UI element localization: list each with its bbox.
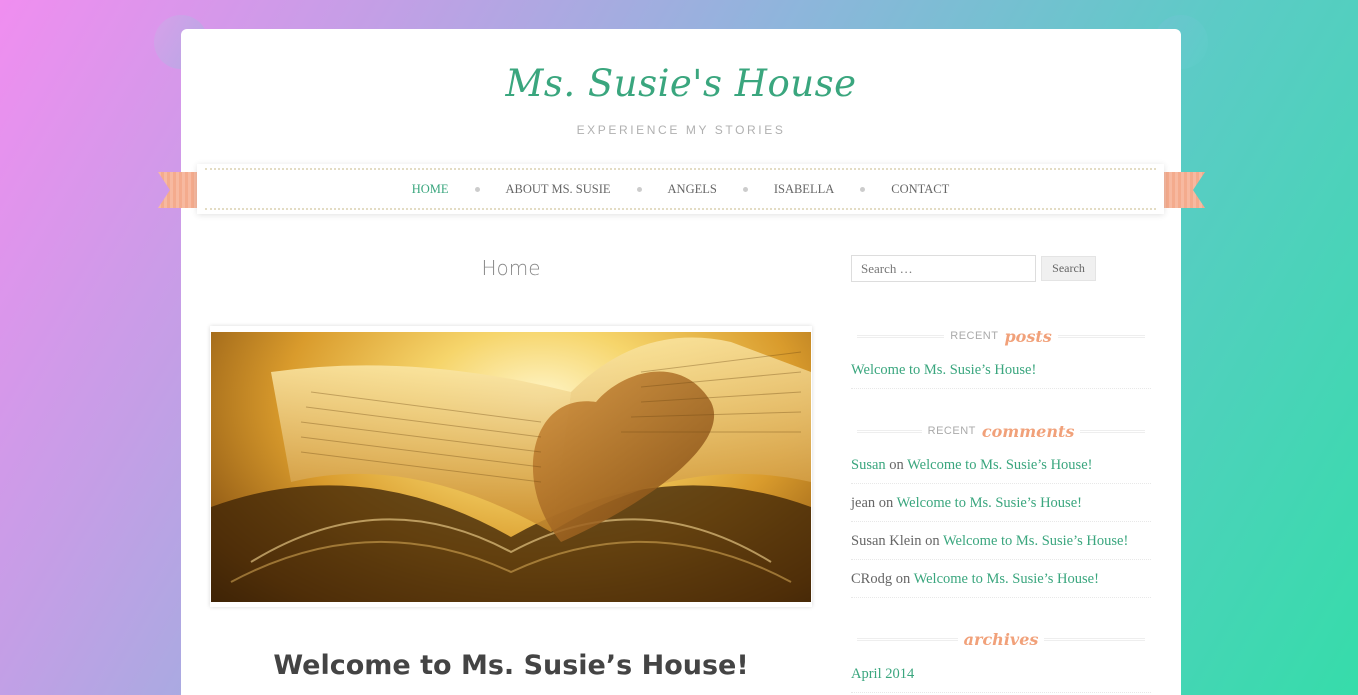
list-item: Susan on Welcome to Ms. Susie’s House!: [851, 446, 1151, 484]
nav-separator: [717, 186, 774, 192]
ribbon-left: [158, 172, 200, 208]
nav-menu: HOME ABOUT MS. SUSIE ANGELS ISABELLA CON…: [197, 164, 1164, 214]
widget-title-recent-comments: RECENT comments: [851, 421, 1151, 441]
widget-title-recent-posts: RECENT posts: [851, 326, 1151, 346]
comment-author: Susan Klein: [851, 533, 922, 549]
nav-item-angels[interactable]: ANGELS: [668, 182, 717, 197]
page-heading: Home: [481, 256, 541, 280]
search-button[interactable]: Search: [1041, 256, 1096, 281]
list-item: Welcome to Ms. Susie’s House!: [851, 351, 1151, 389]
site-tagline: EXPERIENCE MY STORIES: [576, 123, 786, 137]
nav-link-contact[interactable]: CONTACT: [891, 182, 949, 197]
archive-link[interactable]: April 2014: [851, 666, 914, 682]
nav-dotted-border-top: [205, 168, 1156, 170]
nav-separator: [449, 186, 506, 192]
widget-title-script: posts: [1004, 326, 1052, 346]
nav-item-isabella[interactable]: ISABELLA: [774, 182, 834, 197]
comment-on-text: on: [878, 495, 894, 511]
recent-posts-list: Welcome to Ms. Susie’s House!: [851, 351, 1151, 389]
list-item: jean on Welcome to Ms. Susie’s House!: [851, 484, 1151, 522]
nav-separator: [611, 186, 668, 192]
book-heart-illustration: [211, 337, 811, 602]
nav-item-about[interactable]: ABOUT MS. SUSIE: [506, 182, 611, 197]
widget-title-script: comments: [981, 421, 1075, 441]
archives-list: April 2014: [851, 655, 1151, 693]
comment-author: jean: [851, 495, 876, 511]
comment-on-text: on: [895, 571, 911, 587]
featured-image[interactable]: [211, 332, 811, 602]
recent-comments-list: Susan on Welcome to Ms. Susie’s House! j…: [851, 446, 1151, 598]
nav-link-home[interactable]: HOME: [412, 182, 449, 197]
search-input[interactable]: [851, 255, 1036, 282]
site-title[interactable]: Ms. Susie's House: [181, 62, 1181, 105]
comment-post-link[interactable]: Welcome to Ms. Susie’s House!: [897, 495, 1082, 511]
nav-link-isabella[interactable]: ISABELLA: [774, 182, 834, 197]
ribbon-right: [1163, 172, 1205, 208]
comment-on-text: on: [925, 533, 940, 549]
comment-on-text: on: [889, 457, 904, 473]
recent-post-link[interactable]: Welcome to Ms. Susie’s House!: [851, 362, 1036, 378]
nav-link-angels[interactable]: ANGELS: [668, 182, 717, 197]
nav-item-contact[interactable]: CONTACT: [891, 182, 949, 197]
list-item: Susan Klein on Welcome to Ms. Susie’s Ho…: [851, 522, 1151, 560]
nav-link-about[interactable]: ABOUT MS. SUSIE: [506, 182, 611, 197]
list-item: CRodg on Welcome to Ms. Susie’s House!: [851, 560, 1151, 598]
featured-image-frame: [210, 326, 812, 607]
widget-title-script: archives: [963, 629, 1039, 649]
comment-post-link[interactable]: Welcome to Ms. Susie’s House!: [914, 571, 1099, 587]
main-navigation: HOME ABOUT MS. SUSIE ANGELS ISABELLA CON…: [197, 164, 1164, 214]
list-item: April 2014: [851, 655, 1151, 693]
nav-dotted-border-bottom: [205, 208, 1156, 210]
widget-title-small: RECENT: [927, 425, 976, 437]
post-title[interactable]: Welcome to Ms. Susie’s House!: [211, 650, 811, 681]
widget-title-archives: archives: [851, 629, 1151, 649]
comment-author-link[interactable]: Susan: [851, 457, 886, 473]
comment-author: CRodg: [851, 571, 893, 587]
comment-post-link[interactable]: Welcome to Ms. Susie’s House!: [943, 533, 1128, 549]
widget-title-small: RECENT: [950, 330, 999, 342]
comment-post-link[interactable]: Welcome to Ms. Susie’s House!: [907, 457, 1092, 473]
nav-separator: [834, 186, 891, 192]
nav-item-home[interactable]: HOME: [412, 182, 449, 197]
